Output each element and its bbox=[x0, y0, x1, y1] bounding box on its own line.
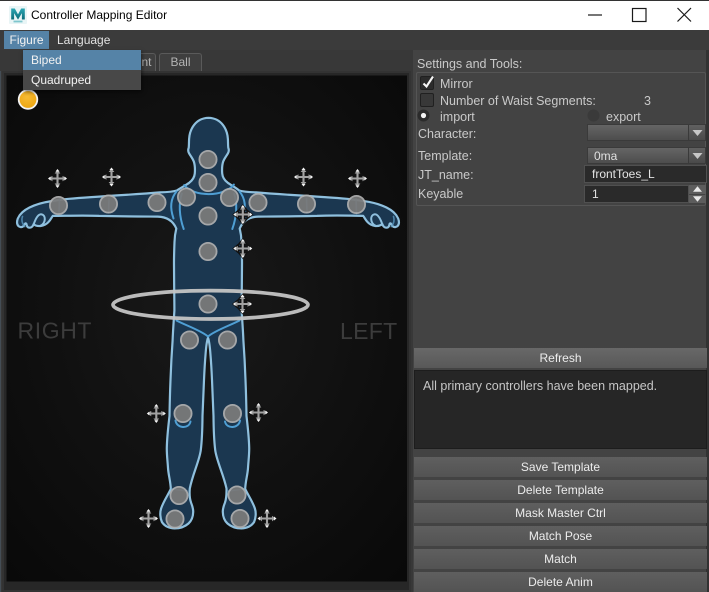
svg-text:RIGHT: RIGHT bbox=[18, 318, 93, 344]
svg-text:LEFT: LEFT bbox=[340, 318, 397, 344]
